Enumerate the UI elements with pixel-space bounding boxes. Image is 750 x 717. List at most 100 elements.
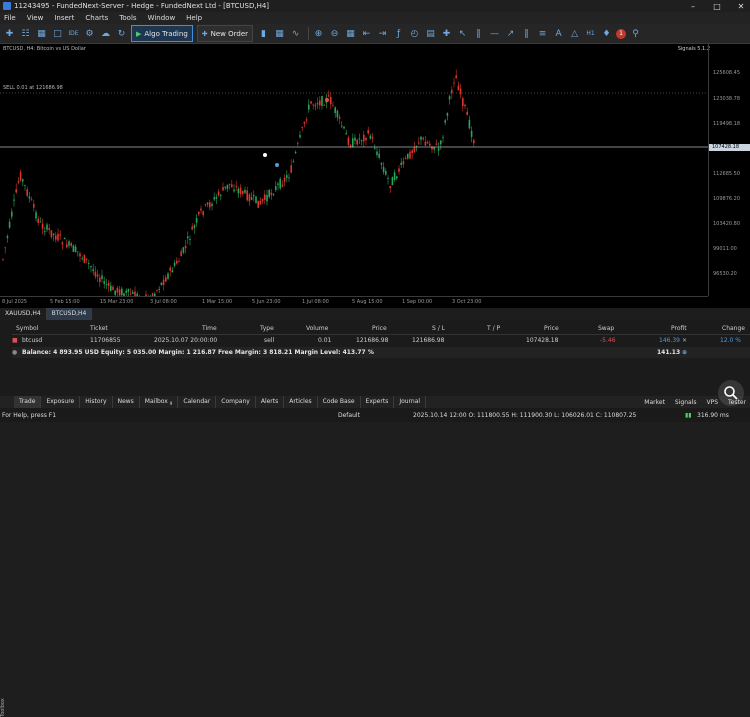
candle-body (409, 151, 411, 159)
trade-marker-icon[interactable] (263, 153, 267, 157)
tab-history[interactable]: History (80, 396, 113, 408)
row-volume: 0.01 (318, 337, 332, 344)
navigator-icon[interactable]: □ (51, 27, 64, 40)
candle-body (81, 257, 83, 259)
tab-mailbox[interactable]: Mailbox 9 (140, 396, 179, 408)
trend-line-icon[interactable]: ↗ (504, 27, 517, 40)
tab-market[interactable]: Market (644, 399, 665, 406)
tab-vps[interactable]: VPS (706, 399, 718, 406)
timeframe-button[interactable]: H1 (584, 27, 597, 40)
ide-icon[interactable]: IDE (67, 27, 80, 40)
zoom-in-icon[interactable]: ⊕ (312, 27, 325, 40)
price-tick: 109876.20 (713, 196, 741, 202)
profiles-icon[interactable]: ☷ (19, 27, 32, 40)
candle-body (462, 98, 464, 106)
tab-news[interactable]: News (113, 396, 140, 408)
search-icon[interactable]: ⚲ (629, 27, 642, 40)
col-profit[interactable]: Profit (671, 325, 687, 332)
col-price[interactable]: Price (372, 325, 387, 332)
candle-body (39, 221, 42, 223)
notification-badge[interactable]: 1 (616, 28, 627, 39)
zoom-out-icon[interactable]: ⊖ (328, 27, 341, 40)
col-type[interactable]: Type (260, 325, 274, 332)
indicators-icon[interactable]: ƒ (392, 27, 405, 40)
col-swap[interactable]: Swap (598, 325, 614, 332)
candlestick-icon[interactable]: ▦ (273, 27, 286, 40)
price-chart[interactable]: BTCUSD, H4: Bitcoin vs US Dollar Signals… (0, 44, 750, 308)
vertical-line-icon[interactable]: ‖ (472, 27, 485, 40)
col-sl[interactable]: S / L (432, 325, 445, 332)
menu-window[interactable]: Window (148, 14, 176, 22)
bar-chart-icon[interactable]: ▮ (257, 27, 270, 40)
horizontal-line-icon[interactable]: — (488, 27, 501, 40)
fibonacci-icon[interactable]: ≡ (536, 27, 549, 40)
tab-signals[interactable]: Signals (675, 399, 697, 406)
tab-company[interactable]: Company (216, 396, 256, 408)
cursor-icon[interactable]: ↖ (456, 27, 469, 40)
col-ticket[interactable]: Ticket (90, 325, 108, 332)
candle-body (270, 192, 273, 196)
close-position-icon[interactable]: ✕ (682, 337, 687, 344)
close-icon[interactable]: ✕ (736, 2, 746, 11)
tab-experts[interactable]: Experts (361, 396, 395, 408)
menu-charts[interactable]: Charts (85, 14, 108, 22)
trade-marker-icon[interactable] (325, 98, 329, 102)
candle-body (162, 279, 165, 286)
periods-icon[interactable]: ◴ (408, 27, 421, 40)
menu-tools[interactable]: Tools (119, 14, 136, 22)
candle-body (257, 200, 259, 208)
col-tp[interactable]: T / P (487, 325, 500, 332)
col-time[interactable]: Time (202, 325, 217, 332)
new-chart-icon[interactable]: ✚ (3, 27, 16, 40)
algo-trading-button[interactable]: ▶ Algo Trading (131, 25, 193, 42)
menu-view[interactable]: View (27, 14, 44, 22)
market-watch-icon[interactable]: ▦ (35, 27, 48, 40)
col-cur-price[interactable]: Price (544, 325, 559, 332)
candle-body (156, 290, 158, 292)
chart-shift-icon[interactable]: ⇤ (360, 27, 373, 40)
tab-trade[interactable]: Trade (14, 396, 42, 408)
menu-file[interactable]: File (4, 14, 16, 22)
chart-tab-btcusd[interactable]: BTCUSD,H4 (46, 308, 93, 320)
col-change[interactable]: Change (722, 325, 745, 332)
row-sl[interactable]: 121686.98 (412, 337, 444, 344)
tile-windows-icon[interactable]: ▦ (344, 27, 357, 40)
add-order-icon[interactable]: ⊕ (682, 349, 687, 356)
line-chart-icon[interactable]: ∿ (289, 27, 302, 40)
restore-icon[interactable]: □ (712, 2, 722, 11)
toolbox-label[interactable]: Toolbox (0, 695, 8, 717)
tab-code-base[interactable]: Code Base (318, 396, 361, 408)
col-volume[interactable]: Volume (306, 325, 328, 332)
shapes-icon[interactable]: △ (568, 27, 581, 40)
minimize-icon[interactable]: – (688, 2, 698, 11)
candle-body (6, 236, 9, 238)
channel-icon[interactable]: ‖ (520, 27, 533, 40)
chart-tab-xauusd[interactable]: XAUUSD,H4 (0, 308, 47, 320)
tab-alerts[interactable]: Alerts (256, 396, 285, 408)
candle-body (242, 190, 244, 194)
tab-journal[interactable]: Journal (394, 396, 427, 408)
candle-body (233, 189, 235, 192)
table-row[interactable]: ■ btcusd 11706855 2025.10.07 20:00:00 se… (12, 335, 750, 346)
status-profile[interactable]: Default (338, 412, 360, 419)
templates-icon[interactable]: ▤ (424, 27, 437, 40)
cloud-icon[interactable]: ☁ (99, 27, 112, 40)
menu-help[interactable]: Help (186, 14, 202, 22)
tab-exposure[interactable]: Exposure (41, 396, 81, 408)
text-icon[interactable]: A (552, 27, 565, 40)
strategy-tester-icon[interactable]: ⚙ (83, 27, 96, 40)
new-order-button[interactable]: ✚ New Order (196, 25, 254, 42)
col-symbol[interactable]: Symbol (16, 325, 38, 332)
autoscroll-icon[interactable]: ⇥ (376, 27, 389, 40)
menu-insert[interactable]: Insert (54, 14, 74, 22)
history-icon[interactable]: ↻ (115, 27, 128, 40)
trade-marker-icon[interactable] (275, 163, 279, 167)
bell-icon[interactable]: ♦ (600, 27, 613, 40)
tab-calendar[interactable]: Calendar (178, 396, 217, 408)
zoom-icon[interactable] (718, 380, 744, 406)
candle-body (272, 194, 275, 196)
crosshair-icon[interactable]: ✚ (440, 27, 453, 40)
candle-body (457, 85, 460, 91)
price-axis[interactable]: 125608.45 123038.78 119498.18 115495.20 … (708, 44, 750, 296)
tab-articles[interactable]: Articles (284, 396, 318, 408)
